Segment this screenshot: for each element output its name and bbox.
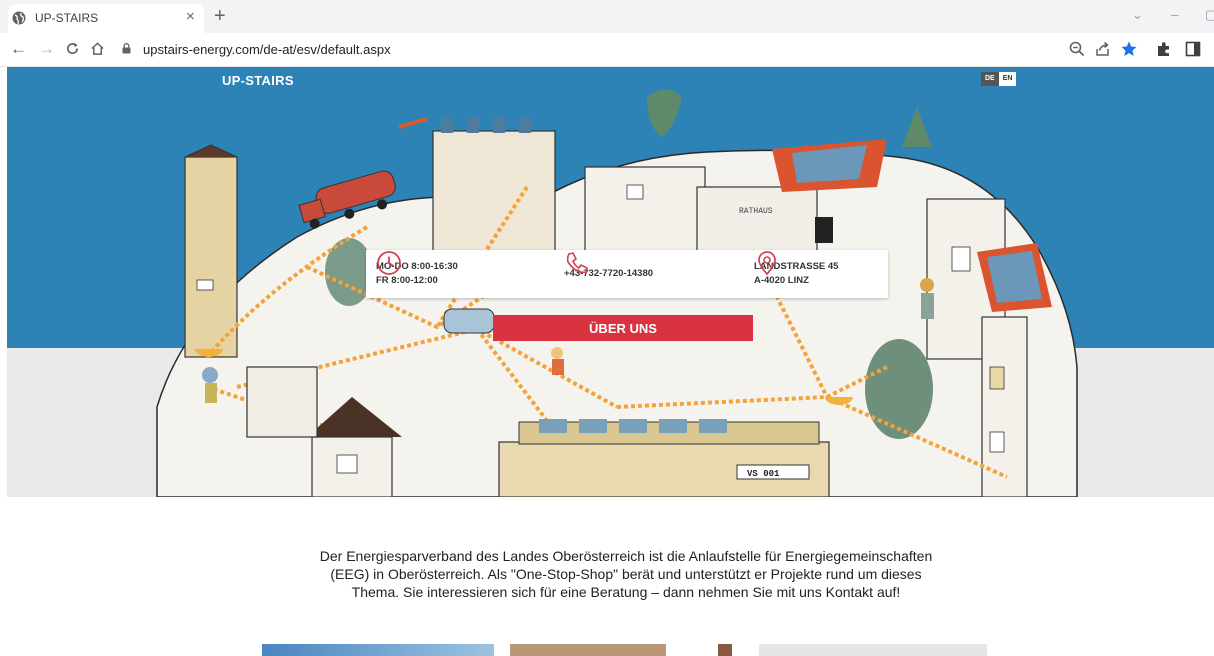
lock-icon[interactable] (122, 43, 131, 54)
tab-search-icon[interactable]: ⌄ (1132, 8, 1143, 22)
share-icon[interactable] (1094, 40, 1112, 58)
hours-friday: FR 8:00-12:00 (376, 275, 438, 286)
phone-contact[interactable]: +43-732-7720-14380 (564, 250, 653, 298)
clock-icon (377, 251, 401, 275)
new-tab-button[interactable]: + (214, 6, 226, 26)
rathaus-label: RATHAUS (739, 207, 773, 216)
zoom-icon[interactable] (1068, 40, 1086, 58)
opening-hours: MO-DO 8:00-16:30 FR 8:00-12:00 (376, 250, 458, 298)
school-label: VS 001 (747, 469, 780, 479)
about-us-button[interactable]: ÜBER UNS (493, 315, 753, 341)
address-city: A-4020 LINZ (754, 275, 809, 286)
teaser-image[interactable] (718, 644, 732, 656)
lang-de-button[interactable]: DE (981, 72, 999, 86)
address-bar[interactable]: upstairs-energy.com/de-at/esv/default.as… (143, 42, 391, 57)
intro-text: Der Energiesparverband des Landes Oberös… (319, 548, 933, 600)
tab-title: UP-STAIRS (35, 11, 99, 25)
site-logo[interactable]: UP-STAIRS (222, 73, 294, 88)
lang-en-button[interactable]: EN (998, 72, 1017, 86)
teaser-image[interactable] (759, 644, 987, 656)
intro-card: Der Energiesparverband des Landes Oberös… (226, 497, 1030, 656)
location-pin-icon (758, 251, 776, 276)
forward-icon[interactable]: → (38, 39, 55, 59)
browser-tab[interactable]: UP-STAIRS × (8, 4, 204, 33)
back-icon[interactable]: ← (10, 39, 27, 59)
sidepanel-icon[interactable] (1184, 40, 1202, 58)
browser-toolbar: ← → upstairs-energy.com/de-at/esv/defaul… (0, 33, 1214, 67)
phone-icon (566, 252, 588, 274)
teaser-image[interactable] (510, 644, 666, 656)
extensions-icon[interactable] (1155, 40, 1173, 58)
language-switcher: DE EN (981, 72, 1017, 86)
tab-close-button[interactable]: × (186, 9, 195, 25)
hero-section: RATHAUS VS 001 UP-STAIRS DE EN MO-DO 8:0… (7, 67, 1214, 497)
address: LANDSTRASSE 45 A-4020 LINZ (754, 250, 838, 298)
star-icon[interactable] (1120, 40, 1138, 58)
home-icon[interactable] (90, 41, 105, 56)
reload-icon[interactable] (65, 41, 80, 56)
browser-tab-strip: UP-STAIRS × + ⌄ – ▢ (0, 0, 1214, 33)
contact-info-bar: MO-DO 8:00-16:30 FR 8:00-12:00 +43-732-7… (366, 250, 888, 298)
page-viewport: RATHAUS VS 001 UP-STAIRS DE EN MO-DO 8:0… (7, 67, 1214, 656)
maximize-icon[interactable]: ▢ (1205, 8, 1214, 22)
teaser-image[interactable] (262, 644, 494, 656)
globe-icon (12, 11, 26, 25)
minimize-icon[interactable]: – (1171, 8, 1178, 22)
